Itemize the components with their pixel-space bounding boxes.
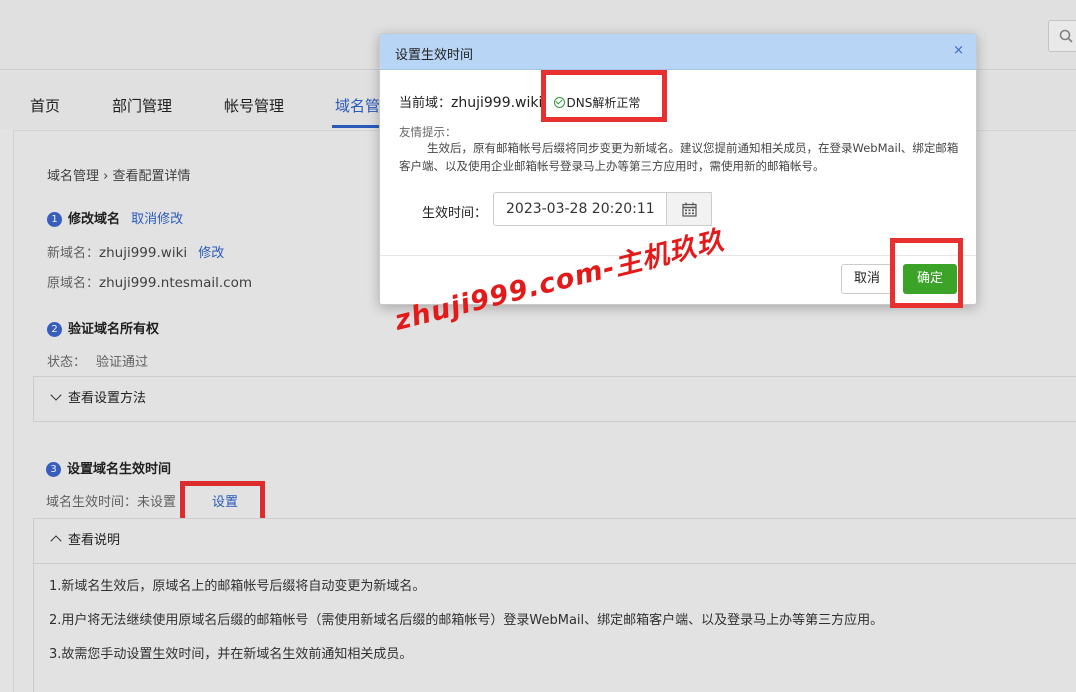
highlight-box-confirm <box>890 238 963 308</box>
tip-text: 生效后，原有邮箱帐号后缀将同步变更为新域名。建议您提前通知相关成员，在登录Web… <box>399 141 959 173</box>
tip-title: 友情提示： <box>399 125 457 139</box>
effective-time-field-label: 生效时间： <box>422 206 488 221</box>
close-icon[interactable]: × <box>953 43 964 58</box>
cancel-button[interactable]: 取消 <box>841 264 893 294</box>
calendar-icon <box>682 202 697 217</box>
current-domain-value: zhuji999.wiki <box>451 95 543 111</box>
dialog-title: 设置生效时间 <box>395 48 474 63</box>
highlight-box-dns <box>541 70 667 122</box>
dialog-header: 设置生效时间 × <box>380 34 976 70</box>
current-domain-label: 当前域： <box>399 96 452 111</box>
